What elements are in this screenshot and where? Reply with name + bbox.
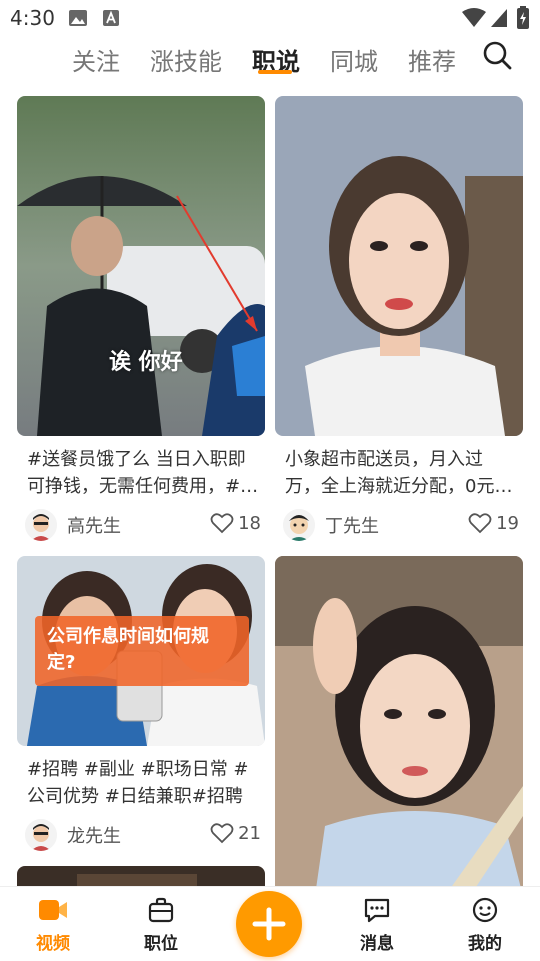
like-count[interactable]: 18 (210, 512, 261, 534)
wifi-icon (462, 8, 486, 27)
thumbnail-image (275, 556, 523, 886)
video-thumbnail[interactable]: 公司作息时间如何规定? (17, 556, 265, 746)
avatar[interactable] (25, 819, 57, 851)
nav-label: 消息 (360, 934, 394, 954)
like-count-value: 18 (238, 512, 261, 534)
video-card[interactable]: 小象超市配送员，月入过万，全上海就近分配，0元… 丁先生 19 (275, 96, 523, 546)
like-count-value: 21 (238, 822, 261, 844)
author-row[interactable]: 龙先生 21 (25, 819, 265, 851)
video-card[interactable]: 诶 你好 #送餐员饿了么 当日入职即可挣钱，无需任何费用，#… 高先生 18 (17, 96, 265, 546)
tab-skills[interactable]: 涨技能 (150, 42, 222, 77)
thumbnail-image (17, 96, 265, 436)
tab-follow[interactable]: 关注 (72, 42, 120, 77)
thumbnail-image (17, 866, 265, 886)
author-row[interactable]: 高先生 18 (25, 509, 265, 541)
avatar[interactable] (283, 509, 315, 541)
nav-video[interactable]: 视频 (13, 897, 93, 954)
like-count[interactable]: 19 (468, 512, 519, 534)
video-overlay-caption: 公司作息时间如何规定? (47, 626, 209, 673)
nav-label: 我的 (468, 934, 502, 954)
tab-recommend[interactable]: 推荐 (408, 42, 456, 77)
thumbnail-image (275, 96, 523, 436)
top-tab-bar: 关注 涨技能 职说 同城 推荐 (0, 36, 540, 86)
card-title[interactable]: #送餐员饿了么 当日入职即可挣钱，无需任何费用，#… (27, 446, 259, 500)
video-thumbnail[interactable] (17, 866, 265, 886)
video-icon (39, 900, 67, 920)
nav-messages[interactable]: 消息 (337, 897, 417, 954)
bottom-nav: 视频 职位 消息 我的 (0, 886, 540, 960)
video-thumbnail[interactable]: 诶 你好 (17, 96, 265, 436)
keyboard-a-icon (103, 10, 119, 26)
nav-label: 视频 (36, 934, 70, 954)
profile-icon (472, 897, 498, 923)
like-count[interactable]: 21 (210, 822, 261, 844)
card-title[interactable]: #招聘 #副业 #职场日常 #公司优势 #日结兼职#招聘 (27, 756, 259, 810)
nav-label: 职位 (144, 934, 178, 954)
heart-icon[interactable] (468, 512, 492, 534)
video-thumbnail[interactable] (275, 96, 523, 436)
status-time: 4:30 (10, 6, 55, 30)
like-count-value: 19 (496, 512, 519, 534)
video-overlay-caption: 诶 你好 (109, 350, 183, 375)
battery-icon (517, 6, 529, 29)
nav-jobs[interactable]: 职位 (121, 897, 201, 954)
status-bar: 4:30 (0, 0, 540, 36)
add-button[interactable] (236, 891, 302, 957)
video-card[interactable]: 公司作息时间如何规定? #招聘 #副业 #职场日常 #公司优势 #日结兼职#招聘… (17, 556, 265, 856)
video-overlay-banner: 公司作息时间如何规定? (35, 616, 249, 686)
author-name[interactable]: 龙先生 (67, 822, 121, 848)
video-card[interactable] (17, 866, 265, 886)
avatar[interactable] (25, 509, 57, 541)
active-tab-indicator (258, 70, 292, 74)
message-icon (364, 898, 390, 923)
plus-icon (252, 907, 286, 941)
video-card[interactable] (275, 556, 523, 886)
nav-profile[interactable]: 我的 (445, 897, 525, 954)
author-name[interactable]: 高先生 (67, 512, 121, 538)
tab-local[interactable]: 同城 (330, 42, 378, 77)
heart-icon[interactable] (210, 822, 234, 844)
signal-icon (491, 9, 507, 27)
heart-icon[interactable] (210, 512, 234, 534)
gallery-icon (69, 10, 87, 26)
video-thumbnail[interactable] (275, 556, 523, 886)
search-icon[interactable] (482, 40, 512, 70)
video-feed[interactable]: 诶 你好 #送餐员饿了么 当日入职即可挣钱，无需任何费用，#… 高先生 18 小… (0, 86, 540, 886)
author-row[interactable]: 丁先生 19 (283, 509, 523, 541)
author-name[interactable]: 丁先生 (325, 512, 379, 538)
briefcase-icon (148, 897, 174, 923)
card-title[interactable]: 小象超市配送员，月入过万，全上海就近分配，0元… (285, 446, 517, 500)
